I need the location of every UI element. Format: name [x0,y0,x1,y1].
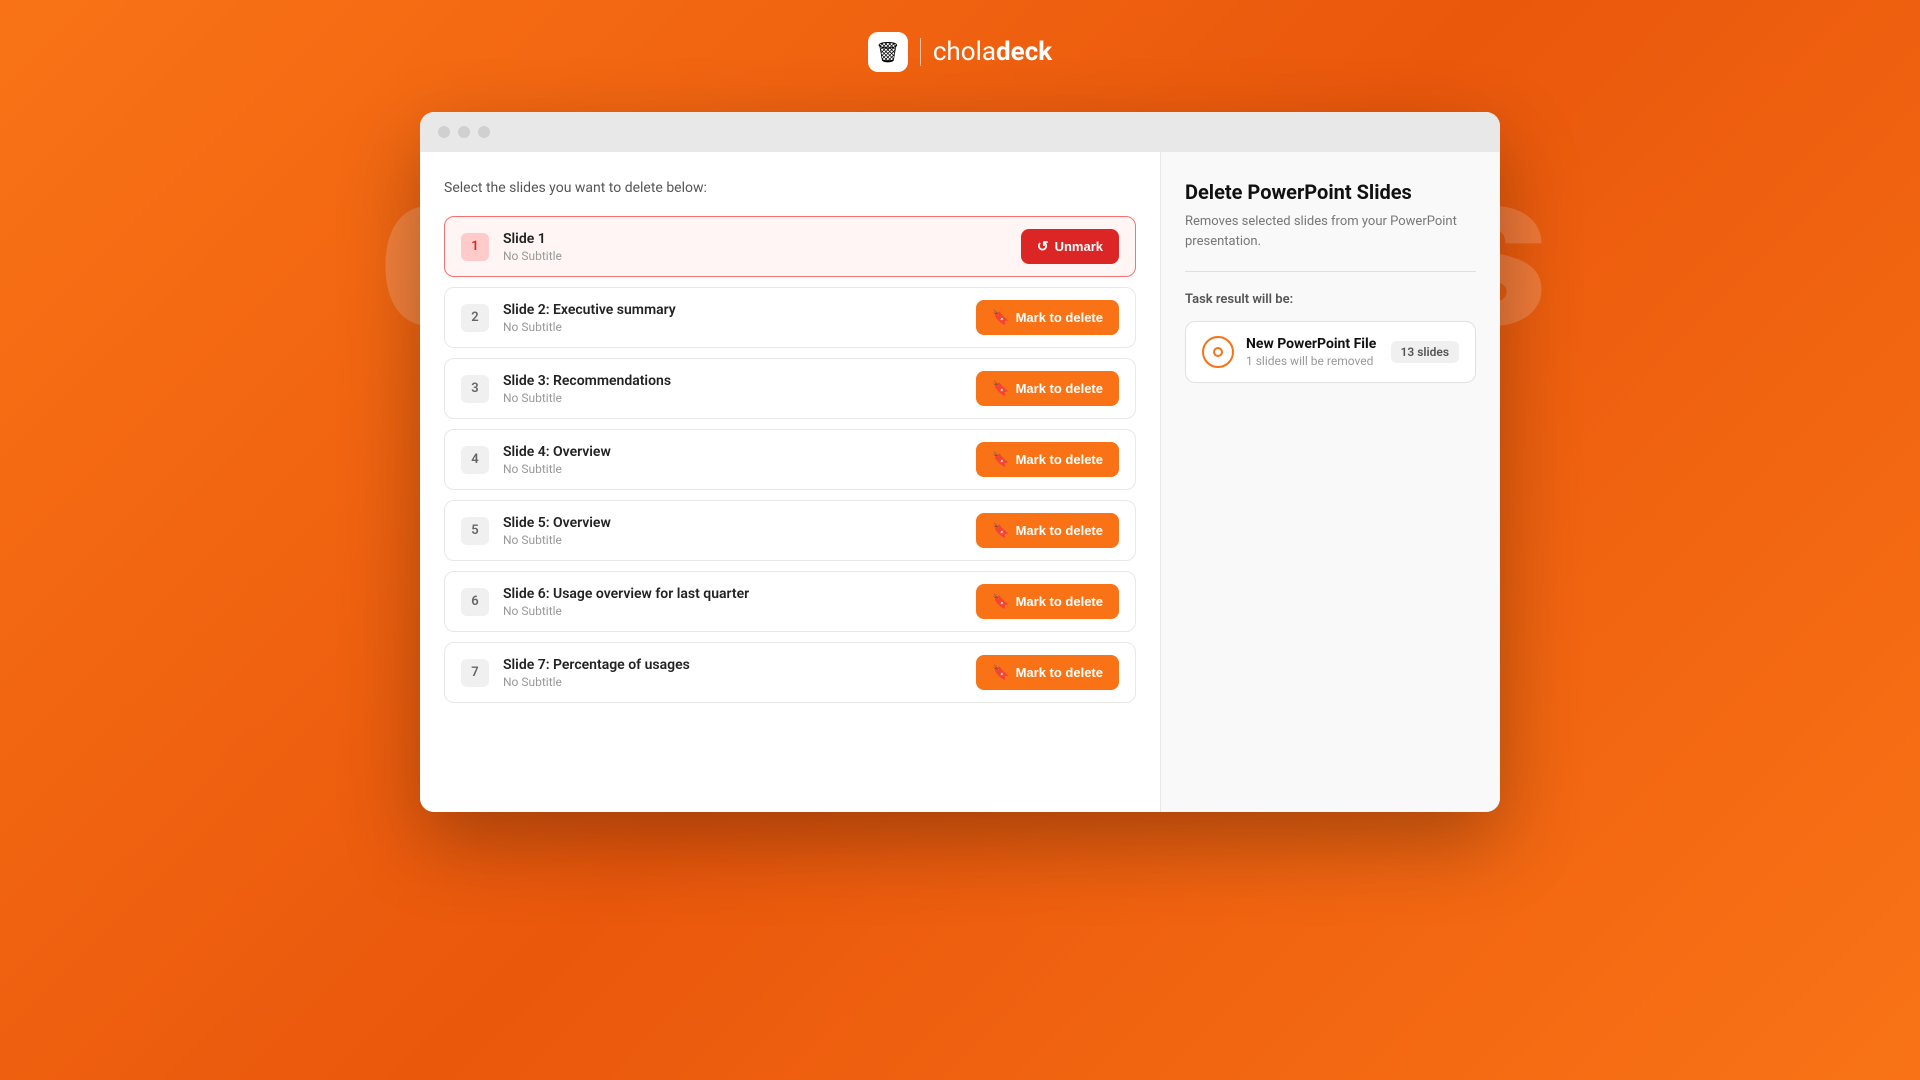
left-panel: Select the slides you want to delete bel… [420,152,1160,812]
panel-title: Delete PowerPoint Slides [1185,180,1476,204]
slide-info: Slide 6: Usage overview for last quarter… [503,586,962,618]
slide-number: 1 [461,233,489,261]
right-panel: Delete PowerPoint Slides Removes selecte… [1160,152,1500,812]
result-filename: New PowerPoint File [1246,336,1379,352]
logo-box: 🗑 [868,32,908,72]
slide-title: Slide 3: Recommendations [503,373,962,389]
slide-subtitle: No Subtitle [503,533,962,547]
logo-icon: 🗑 [875,40,900,64]
mark-icon: 🔖 [992,451,1009,468]
dot-minimize [458,126,470,138]
panel-description: Removes selected slides from your PowerP… [1185,212,1476,272]
result-icon [1202,336,1234,368]
mark-to-delete-button[interactable]: 🔖 Mark to delete [976,513,1119,548]
slide-subtitle: No Subtitle [503,462,962,476]
slide-title: Slide 2: Executive summary [503,302,962,318]
mark-icon: 🔖 [992,664,1009,681]
mark-icon: 🔖 [992,380,1009,397]
slide-subtitle: No Subtitle [503,675,962,689]
mark-to-delete-button[interactable]: 🔖 Mark to delete [976,655,1119,690]
dot-close [438,126,450,138]
slide-item: 6 Slide 6: Usage overview for last quarte… [444,571,1136,632]
brand-name: choladeck [933,37,1052,67]
slide-list: 1 Slide 1 No Subtitle ↺ Unmark 2 Slide 2: Exec… [444,216,1136,703]
mark-icon: 🔖 [992,309,1009,326]
slide-number: 7 [461,659,489,687]
slide-info: Slide 4: Overview No Subtitle [503,444,962,476]
button-label: Mark to delete [1016,310,1103,325]
slide-number: 4 [461,446,489,474]
button-label: Mark to delete [1016,381,1103,396]
slide-title: Slide 6: Usage overview for last quarter [503,586,962,602]
slide-item: 3 Slide 3: Recommendations No Subtitle 🔖 Mar… [444,358,1136,419]
mark-to-delete-button[interactable]: 🔖 Mark to delete [976,584,1119,619]
mark-to-delete-button[interactable]: 🔖 Mark to delete [976,300,1119,335]
slide-info: Slide 2: Executive summary No Subtitle [503,302,962,334]
window-titlebar [420,112,1500,152]
slide-info: Slide 7: Percentage of usages No Subtitle [503,657,962,689]
header: 🗑 choladeck [868,32,1052,72]
result-badge: 13 slides [1391,341,1459,363]
slide-info: Slide 3: Recommendations No Subtitle [503,373,962,405]
slide-item: 7 Slide 7: Percentage of usages No Subtitl… [444,642,1136,703]
slide-info: Slide 5: Overview No Subtitle [503,515,962,547]
unmark-icon: ↺ [1037,238,1049,255]
button-label: Mark to delete [1016,452,1103,467]
mark-icon: 🔖 [992,593,1009,610]
result-icon-inner [1213,347,1223,357]
mark-to-delete-button[interactable]: 🔖 Mark to delete [976,371,1119,406]
slide-subtitle: No Subtitle [503,320,962,334]
slide-number: 5 [461,517,489,545]
button-label: Mark to delete [1016,594,1103,609]
header-divider [920,38,921,66]
slide-number: 2 [461,304,489,332]
button-label: Unmark [1055,239,1103,254]
app-window: Select the slides you want to delete bel… [420,112,1500,812]
slide-info: Slide 1 No Subtitle [503,231,1007,263]
instruction-text: Select the slides you want to delete bel… [444,180,1136,196]
result-card: New PowerPoint File 1 slides will be rem… [1185,321,1476,383]
slide-item: 5 Slide 5: Overview No Subtitle 🔖 Mark to de… [444,500,1136,561]
slide-item: 2 Slide 2: Executive summary No Subtitle 🔖 M… [444,287,1136,348]
result-detail: 1 slides will be removed [1246,354,1379,368]
slide-title: Slide 1 [503,231,1007,247]
dot-maximize [478,126,490,138]
slide-subtitle: No Subtitle [503,391,962,405]
slide-item: 4 Slide 4: Overview No Subtitle 🔖 Mark to de… [444,429,1136,490]
slide-title: Slide 7: Percentage of usages [503,657,962,673]
unmark-button[interactable]: ↺ Unmark [1021,229,1119,264]
slide-number: 3 [461,375,489,403]
button-label: Mark to delete [1016,665,1103,680]
mark-icon: 🔖 [992,522,1009,539]
slide-title: Slide 5: Overview [503,515,962,531]
slide-title: Slide 4: Overview [503,444,962,460]
slide-subtitle: No Subtitle [503,249,1007,263]
window-body: Select the slides you want to delete bel… [420,152,1500,812]
task-result-label: Task result will be: [1185,292,1476,307]
result-info: New PowerPoint File 1 slides will be rem… [1246,336,1379,368]
button-label: Mark to delete [1016,523,1103,538]
slide-number: 6 [461,588,489,616]
mark-to-delete-button[interactable]: 🔖 Mark to delete [976,442,1119,477]
slide-subtitle: No Subtitle [503,604,962,618]
slide-item: 1 Slide 1 No Subtitle ↺ Unmark [444,216,1136,277]
